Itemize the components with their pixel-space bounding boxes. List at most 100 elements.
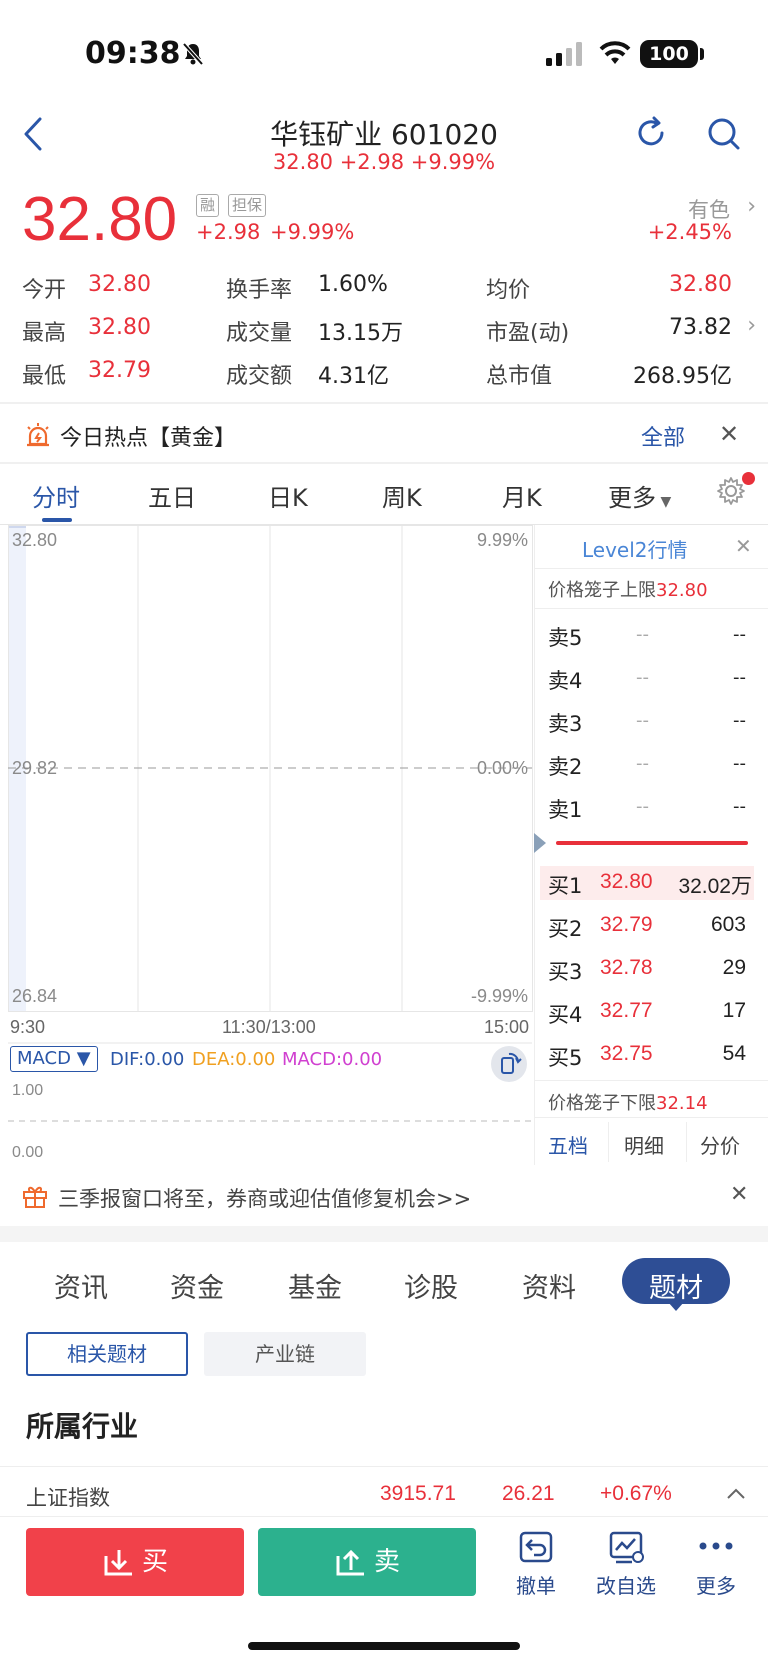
close-icon[interactable]: ✕ [730, 1182, 748, 1207]
divider [0, 1466, 768, 1467]
tab-profile[interactable]: 资料 [522, 1266, 576, 1305]
bid-volume: 32.02万 [678, 875, 752, 898]
chevron-right-icon[interactable]: › [747, 313, 756, 338]
tab-diagnosis[interactable]: 诊股 [404, 1266, 458, 1305]
ask-price: -- [636, 624, 649, 645]
axis-pct-bottom: -9.99% [470, 986, 528, 1006]
cancel-order-label[interactable]: 撤单 [496, 1570, 576, 1599]
tab-price-distribution[interactable]: 分价 [700, 1130, 740, 1159]
close-icon[interactable]: ✕ [719, 420, 739, 448]
chevron-right-icon[interactable]: › [747, 194, 756, 219]
divider [0, 402, 768, 404]
stat-value-avg: 32.80 [669, 272, 732, 297]
bid-volume: 603 [710, 913, 746, 936]
bid-volume: 54 [722, 1042, 746, 1065]
macd-dea: DEA:0.00 [192, 1049, 276, 1070]
stat-value-volume: 13.15万 [318, 321, 403, 346]
stat-value-low: 32.79 [88, 358, 151, 383]
level2-title[interactable]: Level2行情 [582, 534, 688, 563]
rotate-screen-button[interactable] [491, 1046, 527, 1082]
tab-details[interactable]: 明细 [624, 1130, 664, 1159]
sell-button[interactable]: 卖 [258, 1528, 476, 1596]
stat-label-turnover: 换手率 [226, 278, 293, 303]
edit-watchlist-label[interactable]: 改自选 [586, 1570, 666, 1599]
bid-label: 买5 [548, 1046, 583, 1070]
current-price: 32.80 [22, 185, 178, 254]
edit-watchlist-icon[interactable] [608, 1530, 646, 1566]
tab-weekly-k[interactable]: 周K [382, 478, 422, 513]
index-change-pct: +0.67% [600, 1482, 672, 1505]
bid-price: 32.79 [600, 913, 653, 936]
close-icon[interactable]: ✕ [735, 534, 752, 558]
divider [534, 1080, 768, 1081]
price-cage-lower: 价格笼子下限32.14 [548, 1093, 708, 1114]
margin-tag: 融 [196, 194, 220, 217]
divider [534, 608, 768, 609]
spread-marker-icon [534, 833, 546, 853]
notification-dot [742, 472, 755, 485]
rotate-icon [501, 1052, 522, 1074]
tab-more[interactable]: 更多 ▼ [608, 478, 671, 513]
tab-monthly-k[interactable]: 月K [502, 478, 542, 513]
section-gap [0, 1226, 768, 1242]
bid-price: 32.78 [600, 956, 653, 979]
ask-volume: -- [733, 667, 746, 688]
indicator-select[interactable]: MACD ▼ [10, 1046, 98, 1072]
tab-theme[interactable]: 题材 [649, 1266, 703, 1305]
battery-tip [700, 48, 704, 60]
index-name[interactable]: 上证指数 [26, 1482, 110, 1512]
chevron-up-icon[interactable] [726, 1488, 746, 1500]
promo-banner-text[interactable]: 三季报窗口将至，券商或迎估值修复机会>> [58, 1183, 471, 1213]
hot-topic-all-link[interactable]: 全部 [641, 420, 685, 452]
cancel-order-icon[interactable] [518, 1530, 554, 1566]
search-icon[interactable] [706, 116, 742, 152]
stat-label-open: 今开 [22, 278, 67, 303]
stat-label-pe[interactable]: 市盈(动) [486, 315, 569, 347]
stat-value-high: 32.80 [88, 315, 151, 340]
tab-news[interactable]: 资讯 [54, 1266, 108, 1305]
ask-label: 卖2 [548, 755, 583, 779]
more-label[interactable]: 更多 [676, 1570, 756, 1599]
stat-label-market-cap: 总市值 [486, 364, 553, 389]
subtab-industry-chain[interactable]: 产业链 [204, 1332, 366, 1376]
stat-value-open: 32.80 [88, 272, 151, 297]
tab-five-day[interactable]: 五日 [148, 478, 196, 513]
time-end: 15:00 [484, 1017, 530, 1037]
hot-topic-text[interactable]: 今日热点【黄金】 [60, 420, 236, 452]
tab-funds-flow[interactable]: 资金 [170, 1266, 224, 1305]
alarm-icon [27, 423, 49, 447]
stat-value-pe[interactable]: 73.82 [669, 315, 732, 340]
bell-muted-icon [182, 42, 204, 66]
cellular-signal-icon [546, 42, 582, 66]
divider [686, 1122, 687, 1162]
divider [0, 462, 768, 464]
bid-label: 买3 [548, 960, 583, 984]
axis-price-mid: 29.82 [12, 758, 58, 778]
axis-price-top: 32.80 [12, 530, 58, 550]
spread-line [556, 841, 748, 845]
tab-intraday[interactable]: 分时 [32, 478, 80, 513]
ask-volume: -- [733, 710, 746, 731]
refresh-icon[interactable] [634, 116, 668, 150]
divider [534, 568, 768, 569]
tab-daily-k[interactable]: 日K [268, 478, 308, 513]
stat-value-turnover: 1.60% [318, 272, 388, 297]
price-change: +2.98 [196, 220, 261, 244]
buy-button[interactable]: 买 [26, 1528, 244, 1596]
macd-value: MACD:0.00 [282, 1049, 383, 1070]
macd-axis-top: 1.00 [12, 1082, 44, 1099]
collateral-tag: 担保 [228, 194, 267, 217]
subtab-related-themes[interactable]: 相关题材 [26, 1332, 188, 1376]
status-time: 09:38 [85, 36, 181, 71]
ask-volume: -- [733, 753, 746, 774]
tab-fund[interactable]: 基金 [288, 1266, 342, 1305]
tab-five-levels[interactable]: 五档 [548, 1130, 588, 1159]
bid-volume: 29 [722, 956, 746, 979]
more-dots-icon[interactable] [698, 1540, 734, 1552]
buy-arrow-icon [104, 1549, 132, 1575]
ask-volume: -- [733, 624, 746, 645]
section-title: 所属行业 [26, 1410, 139, 1443]
bid-price: 32.80 [600, 870, 653, 893]
home-indicator[interactable] [248, 1642, 520, 1650]
index-value: 3915.71 [380, 1482, 456, 1505]
